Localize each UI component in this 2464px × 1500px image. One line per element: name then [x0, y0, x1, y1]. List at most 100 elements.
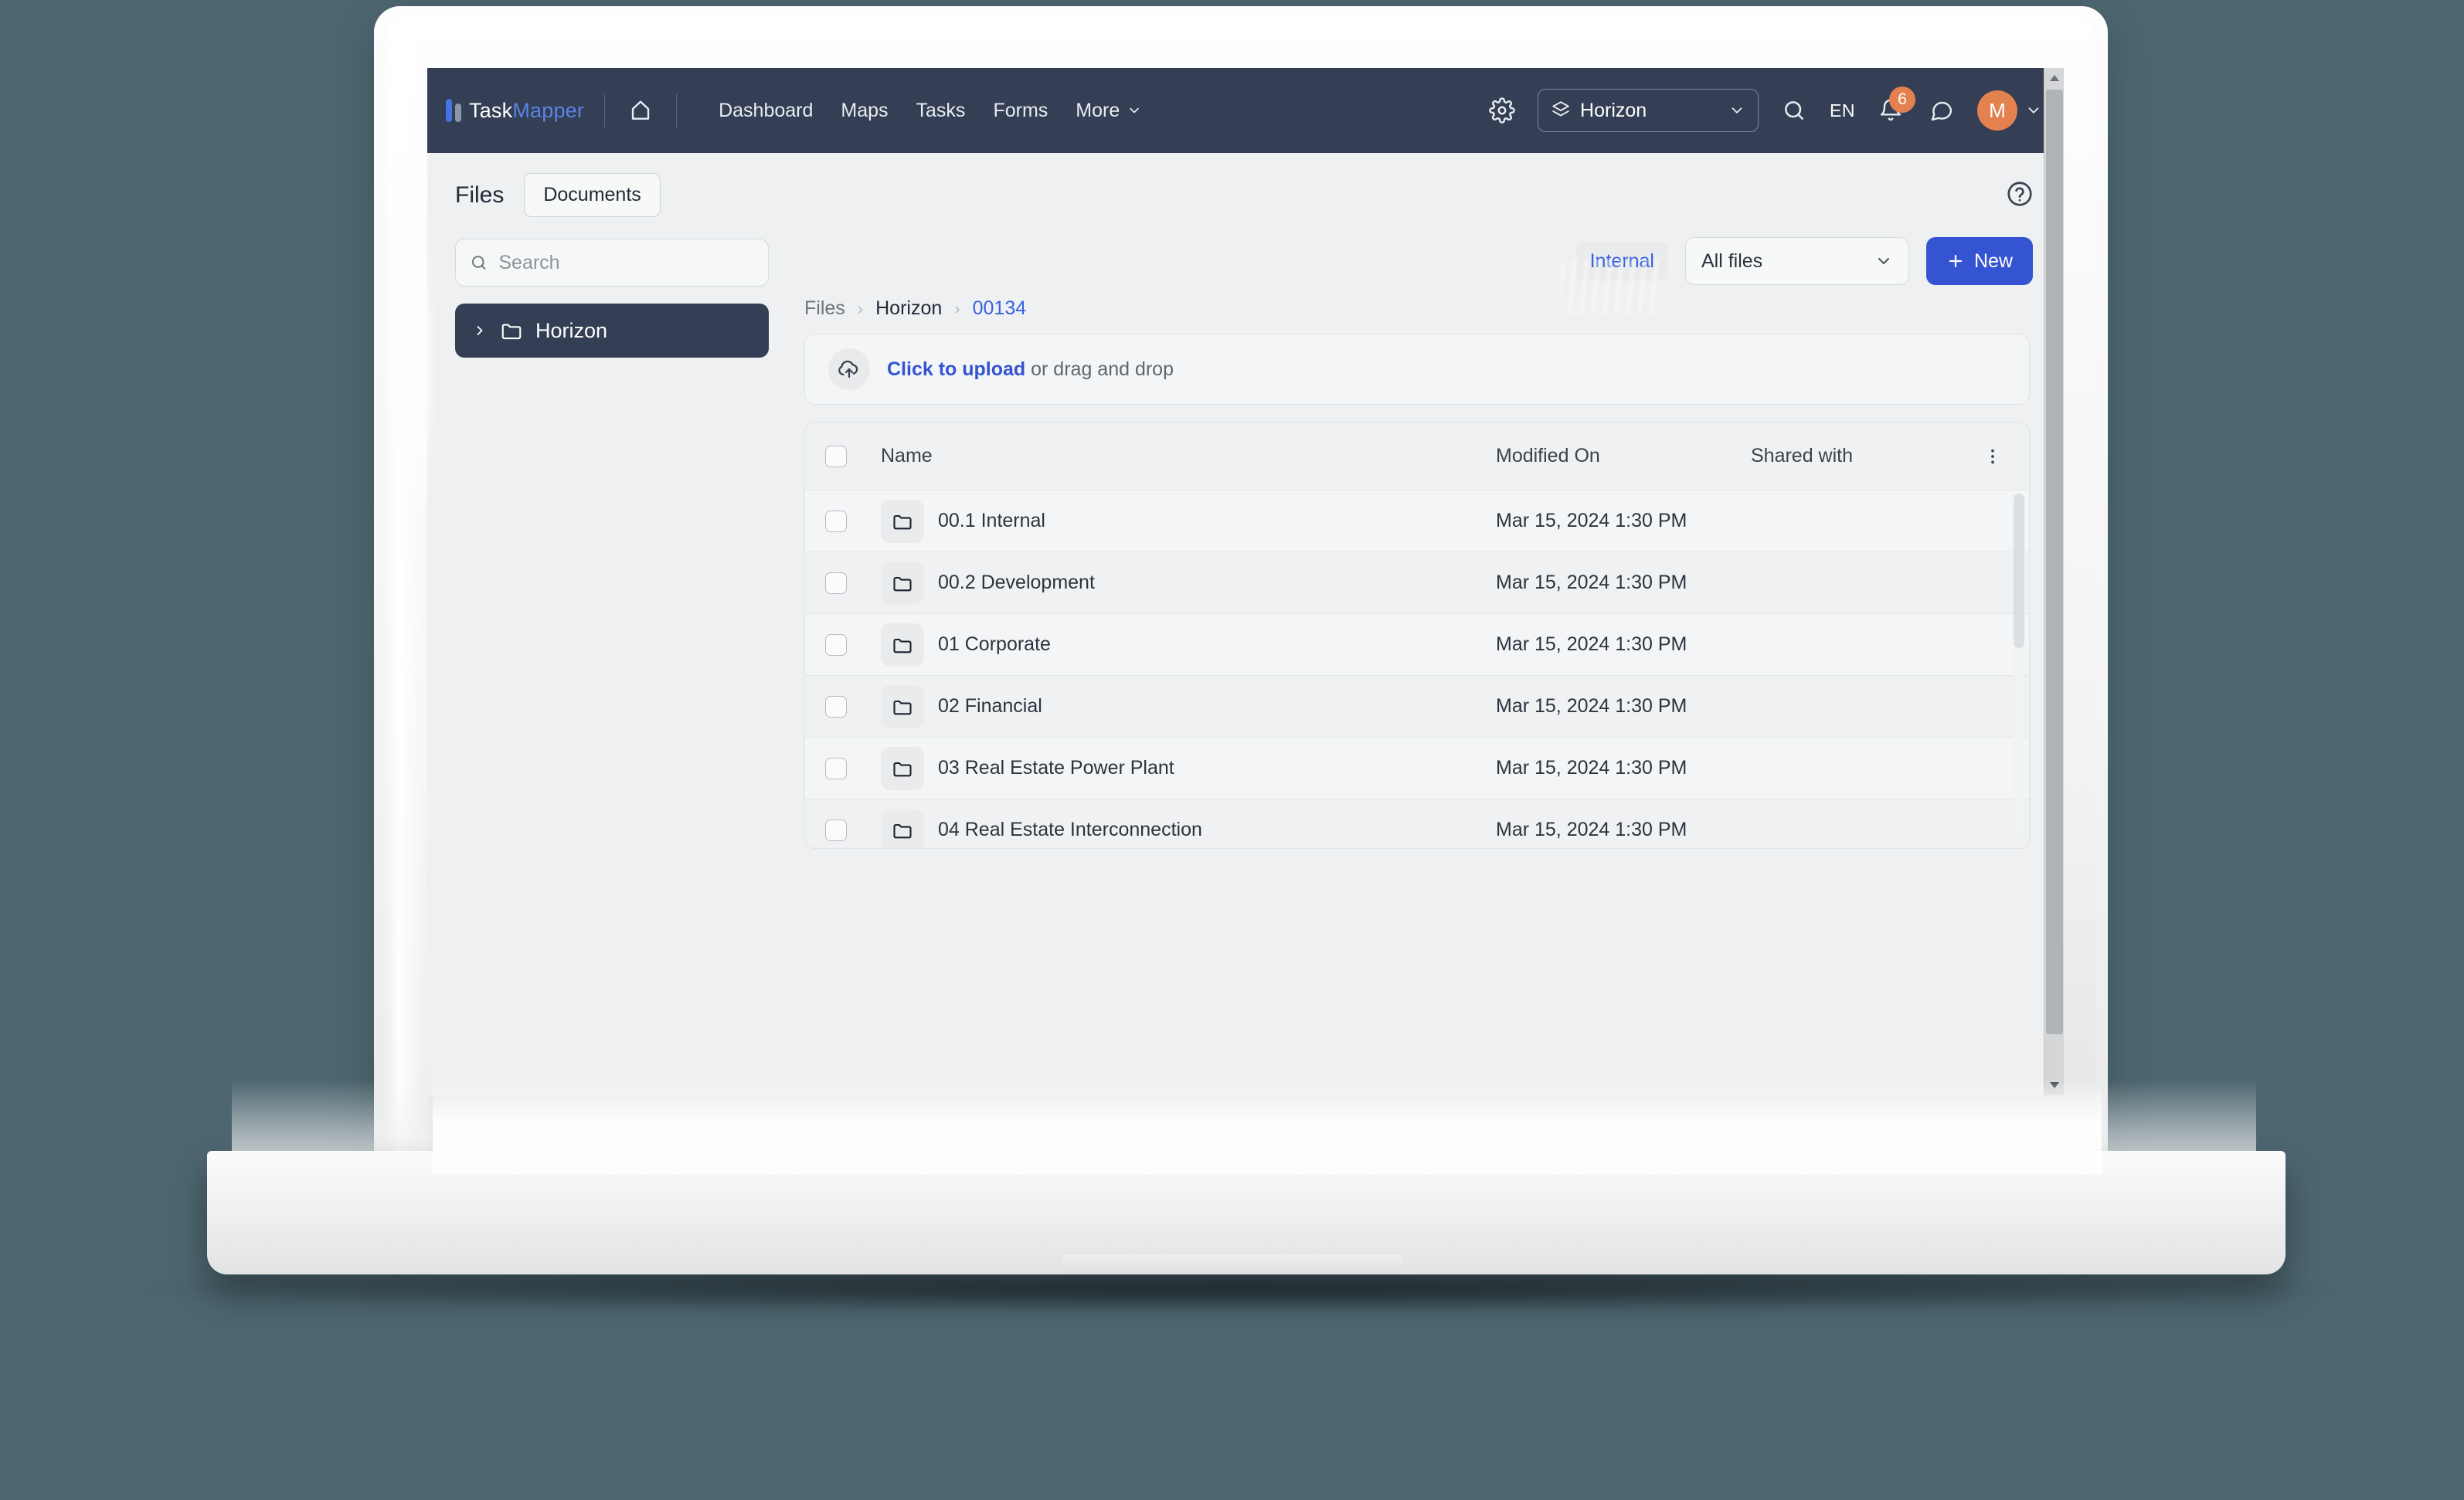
- file-list-scrollbar[interactable]: [2014, 494, 2024, 833]
- chevron-down-icon: [1130, 107, 1140, 114]
- help-circle-icon[interactable]: [2005, 179, 2037, 212]
- cell-modified: Mar 15, 2024 1:30 PM: [1496, 510, 1687, 531]
- window-scrollbar-track[interactable]: [2044, 88, 2065, 1075]
- screen-viewport: TaskMapper Dashboard Maps Tasks Forms Mo…: [427, 68, 2064, 1095]
- cell-modified: Mar 15, 2024 1:30 PM: [1496, 757, 1687, 779]
- home-icon[interactable]: [625, 95, 656, 126]
- divider-2: [676, 93, 678, 127]
- logo-text: TaskMapper: [469, 99, 584, 123]
- upload-rest: or drag and drop: [1025, 358, 1174, 380]
- nav-item-more[interactable]: More: [1076, 100, 1142, 122]
- breadcrumb-separator-2: ›: [954, 298, 960, 318]
- row-checkbox[interactable]: [825, 510, 847, 532]
- column-header-shared-label: Shared with: [1751, 445, 1854, 467]
- table-row[interactable]: 00.1 Internal Mar 15, 2024 1:30 PM: [805, 490, 2029, 552]
- upload-text: Click to upload or drag and drop: [887, 358, 1174, 381]
- breadcrumb-separator: ›: [857, 298, 864, 318]
- folder-icon: [881, 746, 924, 790]
- logo-bars-icon: [446, 99, 461, 122]
- folder-icon: [881, 499, 924, 543]
- logo-text-first: Task: [469, 98, 513, 122]
- file-name: 00.1 Internal: [938, 510, 1045, 531]
- cell-modified: Mar 15, 2024 1:30 PM: [1496, 695, 1687, 717]
- gear-icon[interactable]: [1487, 95, 1517, 126]
- avatar: M: [1977, 90, 2017, 131]
- column-header-shared[interactable]: Shared with: [1751, 445, 1983, 467]
- file-filter-select[interactable]: All files: [1684, 237, 1909, 285]
- page-title: Files: [455, 182, 505, 208]
- breadcrumb-item-current[interactable]: 00134: [973, 297, 1027, 320]
- search-input[interactable]: [498, 251, 754, 274]
- user-menu[interactable]: M: [1977, 90, 2042, 131]
- notifications-bell-icon[interactable]: 6: [1875, 87, 1915, 126]
- notification-count-badge: 6: [1889, 87, 1915, 113]
- table-row[interactable]: 00.2 Development Mar 15, 2024 1:30 PM: [805, 552, 2029, 614]
- sidebar-item-horizon[interactable]: Horizon: [455, 304, 769, 358]
- cell-name: 04 Real Estate Interconnection: [847, 808, 1496, 848]
- window-scrollbar[interactable]: [2044, 68, 2064, 1095]
- folder-icon: [881, 561, 924, 605]
- window-scrollbar-thumb[interactable]: [2045, 90, 2063, 1035]
- more-vertical-icon[interactable]: [1983, 446, 2003, 467]
- upload-link[interactable]: Click to upload: [887, 358, 1025, 380]
- row-checkbox[interactable]: [825, 757, 847, 779]
- column-header-modified-label: Modified On: [1496, 445, 1600, 467]
- row-checkbox[interactable]: [825, 819, 847, 841]
- file-name: 00.2 Development: [938, 572, 1095, 593]
- cell-name: 01 Corporate: [847, 623, 1496, 667]
- file-name: 02 Financial: [938, 695, 1042, 717]
- main-content: Internal All files New Files › Horizon ›…: [792, 232, 2064, 1093]
- file-table: Name Modified On Shared with 00.1 Intern…: [804, 422, 2030, 849]
- table-row[interactable]: 02 Financial Mar 15, 2024 1:30 PM: [805, 676, 2029, 738]
- app-logo[interactable]: TaskMapper: [446, 99, 584, 123]
- sidebar-search[interactable]: [455, 239, 769, 287]
- file-name: 04 Real Estate Interconnection: [938, 819, 1202, 840]
- file-name: 03 Real Estate Power Plant: [938, 757, 1174, 779]
- chevron-right-icon: [477, 326, 483, 335]
- column-header-name-label: Name: [881, 445, 933, 467]
- row-checkbox[interactable]: [825, 633, 847, 656]
- triangle-up-icon[interactable]: [2044, 68, 2065, 88]
- chat-bubble-icon[interactable]: [1926, 95, 1957, 126]
- column-header-name[interactable]: Name: [847, 445, 1496, 467]
- chevron-down-icon: [1732, 107, 1742, 114]
- file-filter-value: All files: [1701, 249, 1763, 272]
- select-all-checkbox[interactable]: [825, 445, 847, 467]
- nav-item-dashboard[interactable]: Dashboard: [719, 100, 813, 122]
- table-header-row: Name Modified On Shared with: [805, 423, 2029, 490]
- cell-name: 03 Real Estate Power Plant: [847, 746, 1496, 790]
- breadcrumb-item-horizon[interactable]: Horizon: [875, 297, 942, 320]
- column-header-modified[interactable]: Modified On: [1496, 445, 1751, 467]
- search-icon[interactable]: [1779, 95, 1810, 126]
- file-name: 01 Corporate: [938, 633, 1051, 655]
- nav-item-more-label: More: [1076, 99, 1120, 121]
- laptop-base-notch: [1062, 1254, 1402, 1274]
- nav-item-maps[interactable]: Maps: [841, 100, 888, 122]
- chevron-down-icon: [2028, 107, 2039, 114]
- plus-icon: [1949, 254, 1963, 268]
- new-button[interactable]: New: [1925, 237, 2033, 285]
- row-checkbox[interactable]: [825, 695, 847, 718]
- language-switcher[interactable]: EN: [1830, 100, 1855, 121]
- chevron-down-icon: [1878, 258, 1889, 264]
- upload-dropzone[interactable]: Click to upload or drag and drop: [804, 334, 2030, 405]
- top-bar-right-cluster: Horizon EN 6 M: [1487, 87, 2042, 132]
- search-icon: [471, 256, 486, 270]
- sidebar: Horizon: [427, 232, 792, 1093]
- row-checkbox[interactable]: [825, 572, 847, 594]
- tab-documents[interactable]: Documents: [524, 173, 661, 217]
- cell-name: 00.2 Development: [847, 561, 1496, 605]
- nav-item-tasks[interactable]: Tasks: [916, 100, 966, 122]
- nav-item-forms[interactable]: Forms: [993, 100, 1048, 122]
- table-row[interactable]: 04 Real Estate Interconnection Mar 15, 2…: [805, 799, 2029, 848]
- project-selector[interactable]: Horizon: [1538, 89, 1759, 132]
- cell-modified: Mar 15, 2024 1:30 PM: [1496, 633, 1687, 655]
- logo-text-second: Mapper: [512, 98, 585, 122]
- breadcrumb-item-files[interactable]: Files: [804, 297, 845, 320]
- folder-icon: [501, 324, 522, 340]
- table-row[interactable]: 01 Corporate Mar 15, 2024 1:30 PM: [805, 614, 2029, 676]
- cloud-upload-icon: [828, 348, 870, 390]
- file-list-scrollbar-thumb[interactable]: [2014, 494, 2024, 648]
- table-row[interactable]: 03 Real Estate Power Plant Mar 15, 2024 …: [805, 738, 2029, 799]
- folder-icon: [881, 808, 924, 848]
